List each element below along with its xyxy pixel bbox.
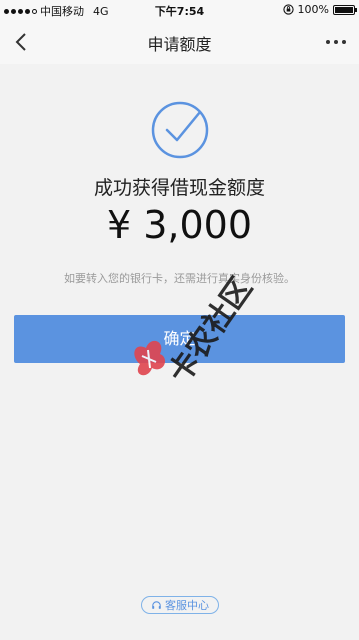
page-title: 申请额度 [147, 35, 212, 54]
credit-amount: ¥ 3,000 [106, 203, 253, 247]
rotation-lock-icon [282, 4, 294, 15]
success-title: 成功获得借现金额度 [93, 177, 265, 199]
check-circle-icon [151, 101, 209, 159]
battery-percent: 100% [297, 3, 329, 16]
verification-tip: 如要转入您的银行卡，还需进行真实身份核验。 [64, 272, 295, 285]
navigation-bar: 申请额度 [0, 20, 359, 64]
headset-icon [152, 600, 161, 609]
customer-service-link[interactable]: 客服中心 [141, 596, 219, 614]
confirm-button[interactable]: 确定 [14, 315, 345, 363]
more-dots-icon[interactable] [323, 30, 349, 54]
status-bar: 中国移动 4G 下午7:54 100% [0, 0, 359, 20]
status-right: 100% [282, 3, 357, 16]
customer-service-label: 客服中心 [165, 599, 209, 612]
battery-icon [333, 4, 357, 15]
